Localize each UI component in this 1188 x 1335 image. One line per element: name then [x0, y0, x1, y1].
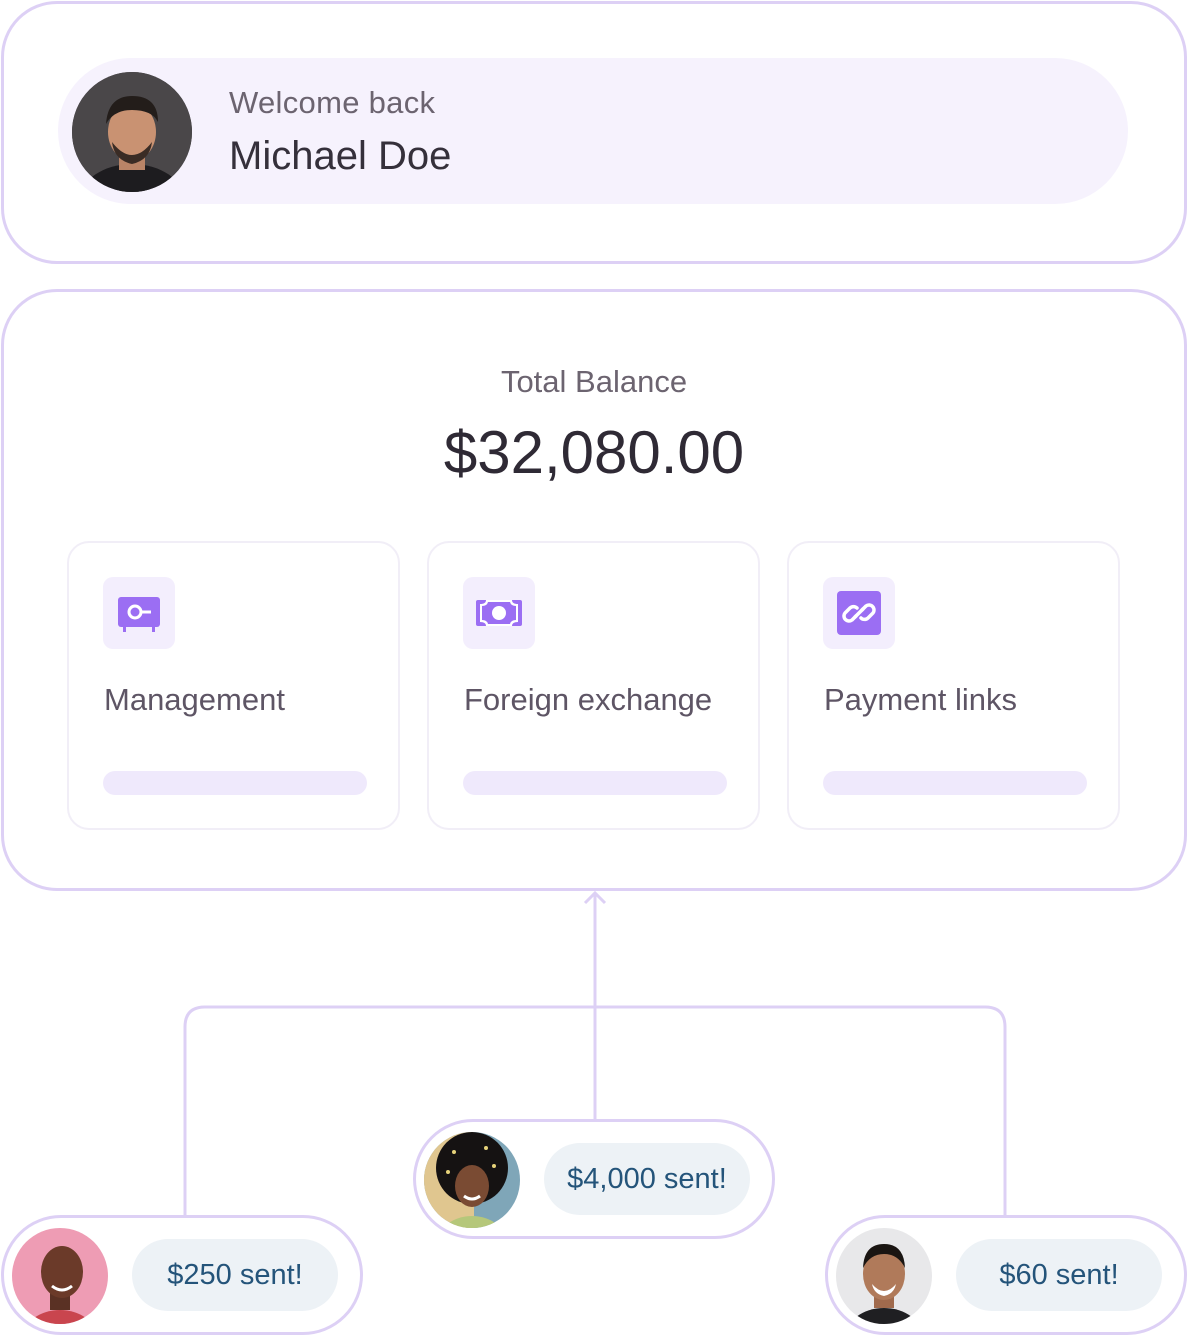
- sender-avatar: [836, 1228, 932, 1324]
- transfer-pill-right: $60 sent!: [825, 1215, 1187, 1335]
- transfer-amount-right: $60 sent!: [956, 1239, 1162, 1311]
- sender-avatar: [424, 1132, 520, 1228]
- transfer-pill-center: $4,000 sent!: [413, 1119, 775, 1239]
- transfer-amount-left: $250 sent!: [132, 1239, 338, 1311]
- sender-avatar: [12, 1228, 108, 1324]
- transfer-amount-center: $4,000 sent!: [544, 1143, 750, 1215]
- transfer-pill-left: $250 sent!: [1, 1215, 363, 1335]
